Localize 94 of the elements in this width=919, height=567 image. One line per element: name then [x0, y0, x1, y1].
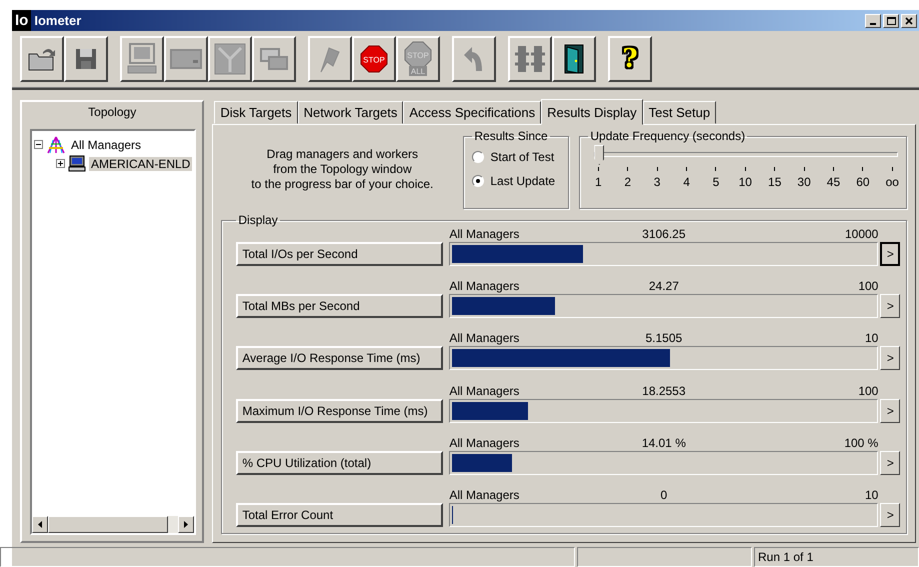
radio-label[interactable]: Last Update — [490, 174, 556, 188]
tick-label: 30 — [797, 175, 811, 189]
target-label: All Managers — [449, 488, 520, 503]
maximize-button[interactable] — [883, 14, 899, 28]
tick-label: 1 — [595, 175, 602, 189]
metric-button[interactable]: Total MBs per Second — [236, 294, 444, 318]
tick-label: 3 — [654, 175, 660, 189]
close-icon — [905, 16, 913, 24]
network-icon — [213, 42, 247, 76]
panel-title: Topology — [88, 105, 136, 119]
target-label: All Managers — [449, 331, 520, 346]
door-icon — [562, 43, 586, 75]
more-button[interactable]: > — [880, 502, 900, 527]
value-label: 3106.25 — [642, 227, 686, 242]
more-button[interactable]: > — [880, 294, 900, 318]
tick-label: 5 — [712, 175, 720, 189]
window-title: Iometer — [34, 13, 82, 28]
scroll-thumb[interactable] — [48, 516, 168, 533]
scroll-right-button[interactable] — [178, 516, 194, 533]
max-label: 10000 — [844, 227, 878, 242]
computer-icon — [68, 155, 86, 172]
tab[interactable]: Access Specifications — [403, 101, 542, 124]
drive-icon — [169, 46, 203, 72]
value-label: 18.2553 — [642, 384, 686, 399]
tick-label: 60 — [856, 175, 870, 189]
managers-icon — [46, 136, 66, 154]
tree-item[interactable]: All Managers — [69, 138, 144, 152]
tick-label: 2 — [624, 175, 632, 189]
max-label: 100 % — [844, 436, 878, 451]
value-label: 0 — [660, 488, 668, 503]
metric-button[interactable]: Total Error Count — [236, 502, 444, 527]
target-label: All Managers — [449, 384, 520, 399]
maximize-icon — [886, 16, 896, 24]
tick-label: oo — [886, 175, 899, 189]
copy-icon — [259, 46, 289, 72]
tab[interactable]: Results Display — [541, 99, 643, 125]
radio-button[interactable] — [472, 151, 484, 163]
target-label: All Managers — [449, 279, 520, 294]
max-label: 10 — [865, 488, 878, 503]
metric-button[interactable]: Maximum I/O Response Time (ms) — [236, 398, 444, 423]
metric-button[interactable]: Total I/Os per Second — [236, 242, 444, 266]
expand-icon[interactable] — [56, 159, 65, 168]
scroll-left-button[interactable] — [32, 516, 48, 533]
minimize-button[interactable] — [865, 14, 881, 28]
group-title: Update Frequency (seconds) — [589, 129, 746, 143]
toolbar-button[interactable]: STOP — [352, 36, 396, 82]
progress-bar[interactable] — [449, 398, 878, 423]
left-arrow-icon — [38, 521, 42, 528]
columns-icon — [514, 44, 546, 74]
group-title: Display — [237, 213, 279, 227]
question-mark-icon: ? — [622, 45, 638, 73]
more-button[interactable]: > — [880, 346, 900, 370]
tick-label: 4 — [683, 175, 690, 189]
more-button[interactable]: > — [880, 242, 900, 266]
progress-bar[interactable] — [449, 294, 878, 318]
value-label: 14.01 % — [642, 436, 686, 451]
more-button[interactable]: > — [880, 450, 900, 475]
slider-thumb[interactable] — [594, 145, 604, 165]
tab[interactable]: Test Setup — [642, 101, 716, 124]
close-button[interactable] — [901, 14, 917, 28]
max-label: 100 — [858, 384, 878, 399]
instructions-text: Drag managers and workers from the Topology window to the progress bar of your choice. — [250, 146, 434, 192]
tick-label: 45 — [826, 175, 840, 189]
minimize-icon — [870, 22, 876, 24]
stop-sign-icon: STOP — [360, 45, 388, 73]
radio-label[interactable]: Start of Test — [490, 150, 554, 164]
status-text: Run 1 of 1 — [754, 547, 919, 567]
progress-bar[interactable] — [449, 450, 878, 475]
tick-label: 15 — [768, 175, 782, 189]
toolbar-button[interactable] — [552, 36, 596, 82]
tab[interactable]: Disk Targets — [214, 101, 298, 124]
tab[interactable]: Network Targets — [298, 101, 404, 124]
folder-icon — [27, 46, 57, 72]
group-title: Results Since — [473, 129, 549, 143]
value-label: 24.27 — [648, 279, 679, 294]
tick-label: 10 — [738, 175, 752, 189]
progress-bar[interactable] — [449, 242, 878, 266]
radio-button[interactable] — [472, 175, 484, 187]
metric-button[interactable]: Average I/O Response Time (ms) — [236, 346, 444, 370]
tree-item[interactable]: AMERICAN-ENLD — [89, 156, 192, 170]
horizontal-scrollbar[interactable] — [32, 516, 194, 533]
metric-button[interactable]: % CPU Utilization (total) — [236, 450, 444, 475]
progress-bar[interactable] — [449, 346, 878, 370]
frequency-slider[interactable] — [594, 145, 898, 167]
right-arrow-icon — [184, 521, 188, 528]
target-label: All Managers — [449, 436, 520, 451]
more-button[interactable]: > — [880, 398, 900, 423]
value-label: 5.1505 — [646, 331, 682, 346]
app-logo: Io — [12, 10, 32, 31]
max-label: 100 — [858, 279, 878, 294]
target-label: All Managers — [449, 227, 520, 242]
computer-icon — [125, 42, 159, 76]
max-label: 10 — [865, 331, 878, 346]
collapse-icon[interactable] — [34, 140, 43, 149]
